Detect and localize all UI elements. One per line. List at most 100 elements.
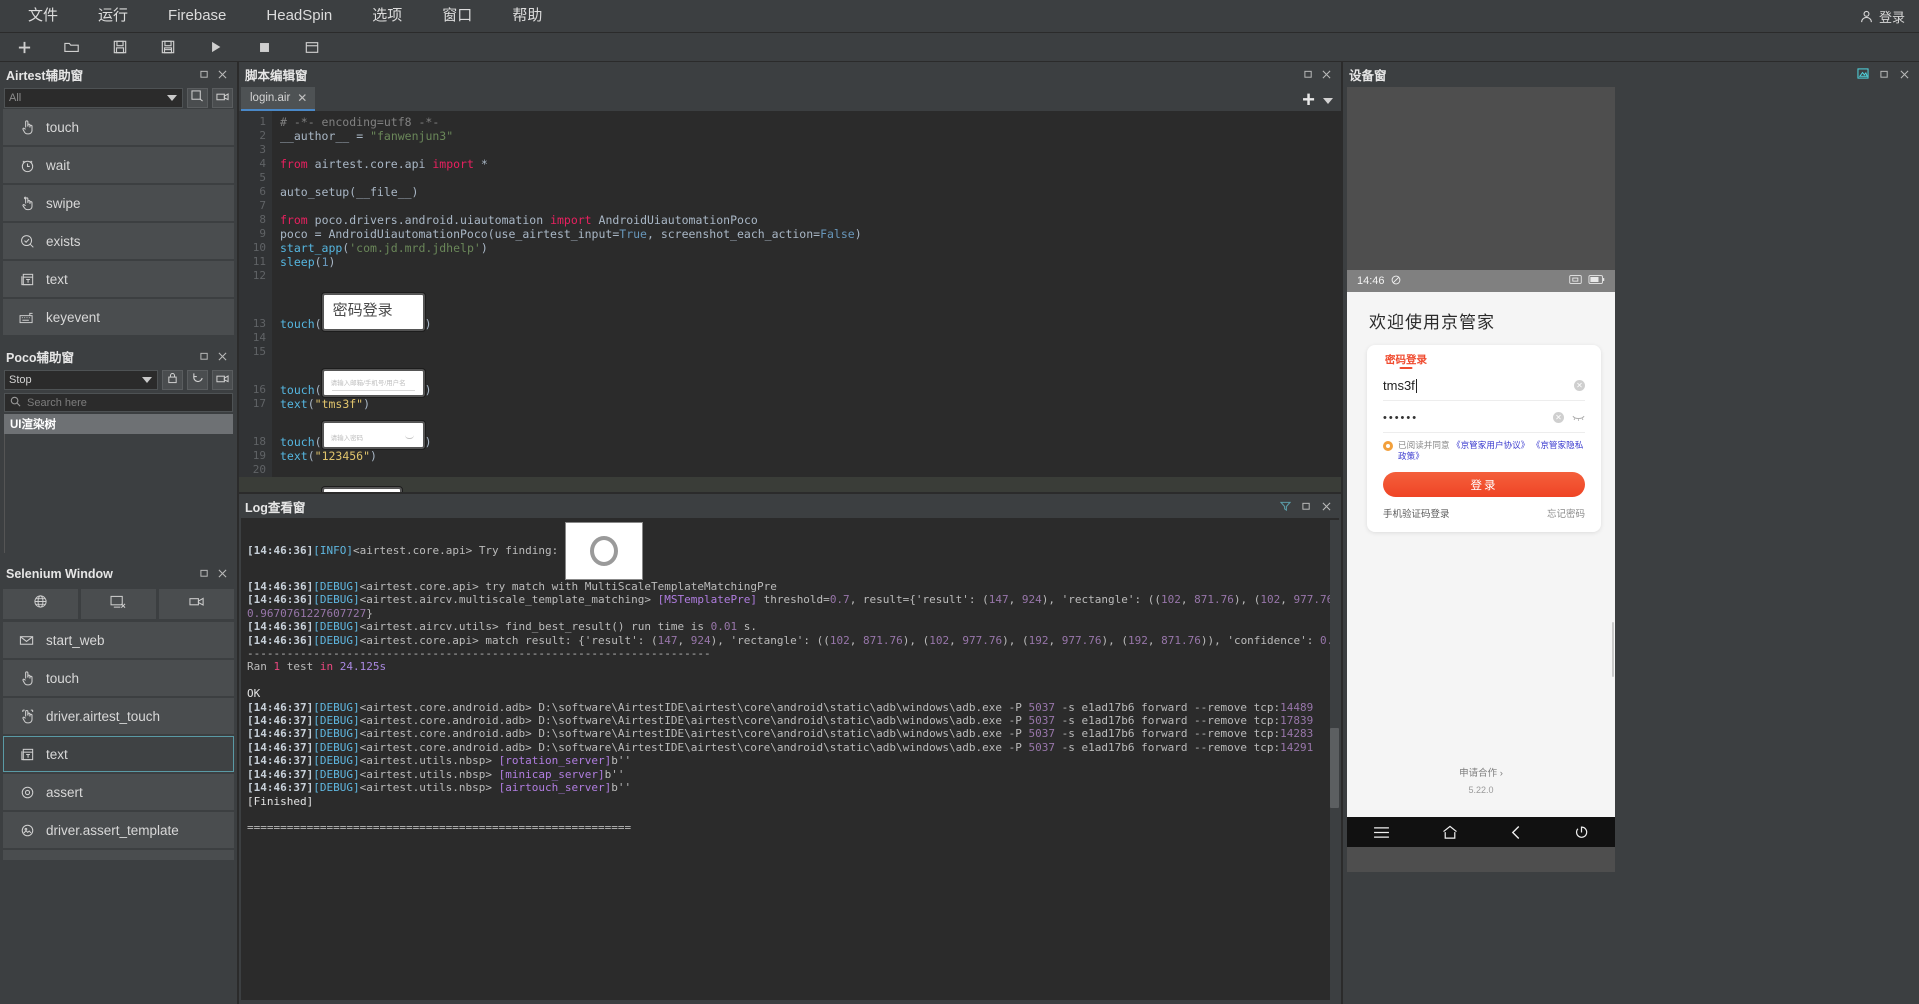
menu-item-window[interactable]: 窗口 (424, 1, 490, 31)
open-file-button[interactable] (48, 34, 96, 60)
close-icon[interactable] (1322, 68, 1331, 82)
log-vertical-scrollbar[interactable] (1330, 520, 1339, 1000)
clear-password-icon[interactable]: ✕ (1553, 412, 1564, 423)
code-line[interactable]: 2 __author__ = "fanwenjun3" (239, 129, 1341, 143)
stop-button[interactable] (240, 34, 288, 60)
right-splitter[interactable] (1341, 62, 1343, 1004)
code-line[interactable]: 12 (239, 269, 1341, 283)
phone-app-content[interactable]: 欢迎使用京管家 密码登录 tms3f ✕ •••••• ✕ 已阅读并同意 《京管… (1347, 292, 1615, 817)
selenium-close-screen-button[interactable] (81, 589, 156, 619)
menu-item-headspin[interactable]: HeadSpin (248, 1, 350, 31)
poco-refresh-button[interactable] (187, 370, 208, 390)
selenium-cmd-text[interactable]: text (3, 736, 234, 772)
selenium-record-button[interactable] (159, 589, 234, 619)
menu-item-run[interactable]: 运行 (80, 1, 146, 31)
menu-item-file[interactable]: 文件 (10, 1, 76, 31)
code-line[interactable]: 4 from airtest.core.api import * (239, 157, 1341, 171)
airtest-cmd-touch[interactable]: touch (3, 109, 234, 145)
airtest-cmd-swipe[interactable]: swipe (3, 185, 234, 221)
template-image-thumbnail[interactable]: 请输入密码 (321, 421, 425, 449)
code-line[interactable]: 13 touch(密码登录) (239, 283, 1341, 331)
code-line[interactable]: 15 (239, 345, 1341, 359)
resolution-icon[interactable] (1857, 67, 1869, 82)
restore-icon[interactable] (200, 350, 209, 364)
menu-item-options[interactable]: 选项 (354, 1, 420, 31)
poco-lock-button[interactable] (162, 370, 183, 390)
clear-username-icon[interactable]: ✕ (1574, 380, 1585, 391)
agreement-row[interactable]: 已阅读并同意 《京管家用户协议》 《京管家隐私政策》 (1383, 440, 1585, 462)
menu-item-firebase[interactable]: Firebase (150, 1, 244, 31)
code-line[interactable]: 14 (239, 331, 1341, 345)
menu-icon[interactable] (1373, 826, 1390, 839)
add-tab-button[interactable]: + (1302, 89, 1315, 111)
close-icon[interactable] (218, 68, 227, 82)
code-line[interactable]: 5 (239, 171, 1341, 185)
airtest-cmd-wait[interactable]: wait (3, 147, 234, 183)
selenium-cmd-driver-airtest-touch[interactable]: driver.airtest_touch (3, 698, 234, 734)
code-line[interactable]: 20 (239, 463, 1341, 477)
poco-search-input[interactable]: Search here (4, 393, 233, 412)
code-line[interactable]: 19 text("123456") (239, 449, 1341, 463)
forgot-password-link[interactable]: 忘记密码 (1547, 506, 1585, 520)
restore-icon[interactable] (200, 567, 209, 581)
template-image-thumbnail[interactable]: 密码登录 (321, 293, 425, 331)
save-all-button[interactable] (144, 34, 192, 60)
screenshot-button[interactable] (187, 88, 208, 108)
record-button[interactable] (212, 88, 233, 108)
new-file-button[interactable] (0, 34, 48, 60)
code-line[interactable]: 7 (239, 199, 1341, 213)
code-line[interactable]: 16 touch(请输入邮箱/手机号/用户名) (239, 359, 1341, 397)
code-line[interactable]: 1 # -*- encoding=utf8 -*- (239, 115, 1341, 129)
airtest-filter-select[interactable]: All (4, 88, 183, 108)
code-line[interactable]: 3 (239, 143, 1341, 157)
selenium-cmd-touch[interactable]: touch (3, 660, 234, 696)
poco-tree-root[interactable]: UI渲染树 (4, 414, 233, 434)
close-icon[interactable]: ✕ (297, 91, 307, 105)
selenium-cmd-partial[interactable] (3, 850, 234, 860)
airtest-cmd-text[interactable]: text (3, 261, 234, 297)
poco-capture-button[interactable] (212, 370, 233, 390)
login-button[interactable]: 登录 (1859, 7, 1919, 26)
run-button[interactable] (192, 34, 240, 60)
restore-icon[interactable] (1880, 68, 1889, 82)
home-icon[interactable] (1442, 825, 1458, 840)
poco-tree-body[interactable] (4, 434, 233, 553)
selenium-cmd-start-web[interactable]: start_web (3, 622, 234, 658)
code-line[interactable]: 8 from poco.drivers.android.uiautomation … (239, 213, 1341, 227)
selenium-cmd-assert[interactable]: assert (3, 774, 234, 810)
login-submit-button[interactable]: 登录 (1383, 472, 1585, 497)
apply-cooperation-link[interactable]: 申请合作 › (1347, 765, 1615, 779)
chevron-down-icon[interactable] (1323, 98, 1333, 104)
tab-password-login[interactable]: 密码登录 (1367, 345, 1445, 369)
code-line[interactable]: 6 auto_setup(__file__) (239, 185, 1341, 199)
log-output[interactable]: [14:46:36][INFO]<airtest.core.api> Try f… (241, 518, 1339, 1000)
code-line[interactable]: 10 start_app('com.jd.mrd.jdhelp') (239, 241, 1341, 255)
close-icon[interactable] (1322, 500, 1331, 514)
editor-tab-login-air[interactable]: login.air ✕ (241, 87, 316, 111)
log-template-thumbnail[interactable] (564, 522, 643, 580)
agreement-radio[interactable] (1383, 441, 1393, 451)
restore-icon[interactable] (1304, 68, 1313, 82)
restore-icon[interactable] (1302, 500, 1311, 514)
close-icon[interactable] (218, 567, 227, 581)
password-field[interactable]: •••••• ✕ (1383, 403, 1585, 433)
phone-mirror[interactable]: 14:46 欢迎使用京管家 密码登录 tms3f ✕ •••••• ✕ 已阅读并… (1347, 87, 1615, 872)
code-line[interactable]: 21touch() (239, 477, 1341, 492)
left-splitter[interactable] (237, 62, 239, 1004)
code-line[interactable]: 17 text("tms3f") (239, 397, 1341, 411)
close-icon[interactable] (218, 350, 227, 364)
save-button[interactable] (96, 34, 144, 60)
poco-mode-select[interactable]: Stop (4, 370, 158, 390)
back-icon[interactable] (1510, 825, 1522, 840)
editor-log-splitter[interactable] (239, 492, 1341, 494)
report-button[interactable] (288, 34, 336, 60)
username-field[interactable]: tms3f ✕ (1383, 371, 1585, 401)
selenium-cmd-driver-assert-template[interactable]: driver.assert_template (3, 812, 234, 848)
code-line[interactable]: 18 touch(请输入密码) (239, 411, 1341, 449)
code-line[interactable]: 11 sleep(1) (239, 255, 1341, 269)
code-lines[interactable]: 1 # -*- encoding=utf8 -*- 2 __author__ = "f… (239, 111, 1341, 492)
close-icon[interactable] (1900, 68, 1909, 82)
selenium-browser-button[interactable] (3, 589, 78, 619)
template-image-thumbnail[interactable]: 请输入邮箱/手机号/用户名 (321, 369, 425, 397)
menu-item-help[interactable]: 帮助 (494, 1, 560, 31)
